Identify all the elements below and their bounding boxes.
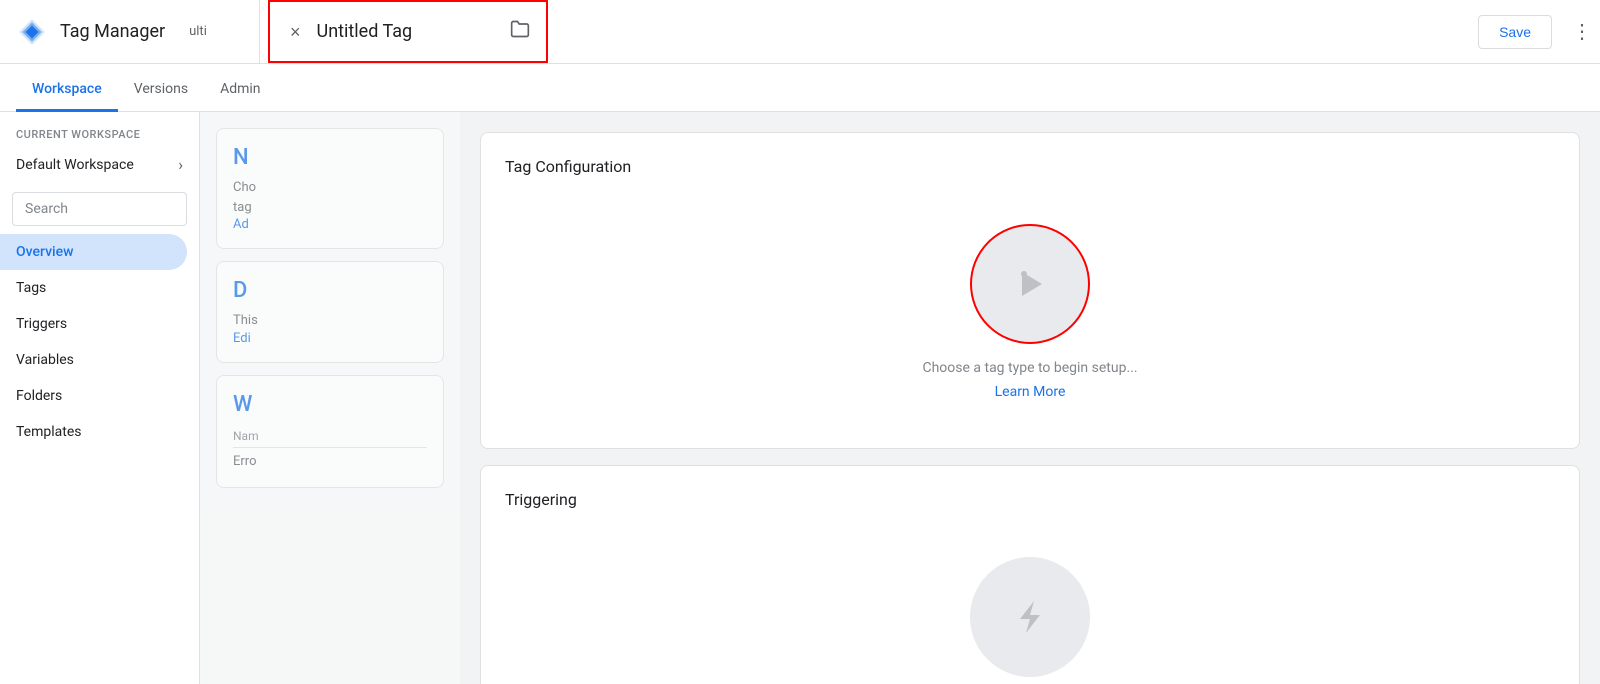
app-title: Tag Manager (60, 21, 165, 42)
workspace-label: Default Workspace (16, 157, 134, 173)
default-tag-title: D (233, 278, 427, 303)
table-header: Nam (233, 425, 427, 448)
sidebar-item-triggers[interactable]: Triggers (0, 306, 187, 342)
tab-workspace[interactable]: Workspace (16, 69, 118, 112)
behind-panel: N Chotag Ad D This Edi W Nam Erro (200, 112, 460, 684)
tag-panel: Tag Configuration Choose a tag type to b… (460, 112, 1600, 684)
trigger-selector[interactable] (970, 557, 1090, 677)
chevron-right-icon: › (178, 155, 183, 174)
triggering-title: Triggering (505, 490, 1555, 509)
tab-versions[interactable]: Versions (118, 69, 204, 112)
default-tag-text: This (233, 311, 427, 331)
search-input[interactable]: Search (12, 192, 187, 226)
tag-configuration-prompt: Choose a tag type to begin setup... (922, 360, 1137, 376)
tag-configuration-card: Tag Configuration Choose a tag type to b… (480, 132, 1580, 449)
add-link[interactable]: Ad (233, 217, 427, 232)
sidebar-item-templates[interactable]: Templates (0, 414, 187, 450)
sidebar-section-label: CURRENT WORKSPACE (0, 120, 199, 145)
save-button[interactable]: Save (1478, 15, 1552, 49)
table-row-error: Erro (233, 452, 427, 472)
new-tag-title: N (233, 145, 427, 170)
tag-type-icon (1000, 254, 1060, 314)
account-text: ulti (177, 24, 219, 39)
triggering-card: Triggering Choose a trigger to make this… (480, 465, 1580, 684)
main-layout: CURRENT WORKSPACE Default Workspace › Se… (0, 112, 1600, 684)
tag-folder-icon[interactable] (510, 19, 530, 44)
workspace-card: W Nam Erro (216, 375, 444, 489)
workspace-item[interactable]: Default Workspace › (0, 145, 199, 184)
tag-type-selector[interactable] (970, 224, 1090, 344)
tag-configuration-icon-area: Choose a tag type to begin setup... Lear… (505, 200, 1555, 424)
top-bar-left: Tag Manager ulti (0, 0, 260, 63)
col1: Nam (233, 429, 259, 443)
tag-close-button[interactable]: × (286, 19, 305, 45)
default-tag-card: D This Edi (216, 261, 444, 363)
tag-configuration-title: Tag Configuration (505, 157, 1555, 176)
triggering-icon-area: Choose a trigger to make this tag fire..… (505, 533, 1555, 684)
workspace-card-title: W (233, 392, 427, 417)
content-area: N Chotag Ad D This Edi W Nam Erro Tag Co… (200, 112, 1600, 684)
sidebar-item-folders[interactable]: Folders (0, 378, 187, 414)
edit-link[interactable]: Edi (233, 331, 427, 346)
logo-icon (16, 16, 48, 48)
sidebar-item-variables[interactable]: Variables (0, 342, 187, 378)
tag-configuration-learn-more[interactable]: Learn More (995, 384, 1066, 400)
sidebar-item-overview[interactable]: Overview (0, 234, 187, 270)
tag-header: × Untitled Tag (268, 0, 548, 63)
tag-title: Untitled Tag (317, 21, 502, 42)
sidebar-item-tags[interactable]: Tags (0, 270, 187, 306)
new-tag-text: Chotag (233, 178, 427, 217)
nav-tabs: Workspace Versions Admin (0, 64, 1600, 112)
trigger-icon (1000, 587, 1060, 647)
new-tag-card: N Chotag Ad (216, 128, 444, 249)
tab-admin[interactable]: Admin (204, 69, 276, 112)
sidebar: CURRENT WORKSPACE Default Workspace › Se… (0, 112, 200, 684)
top-bar: Tag Manager ulti × Untitled Tag Save ⋮ (0, 0, 1600, 64)
more-options-button[interactable]: ⋮ (1564, 11, 1600, 52)
